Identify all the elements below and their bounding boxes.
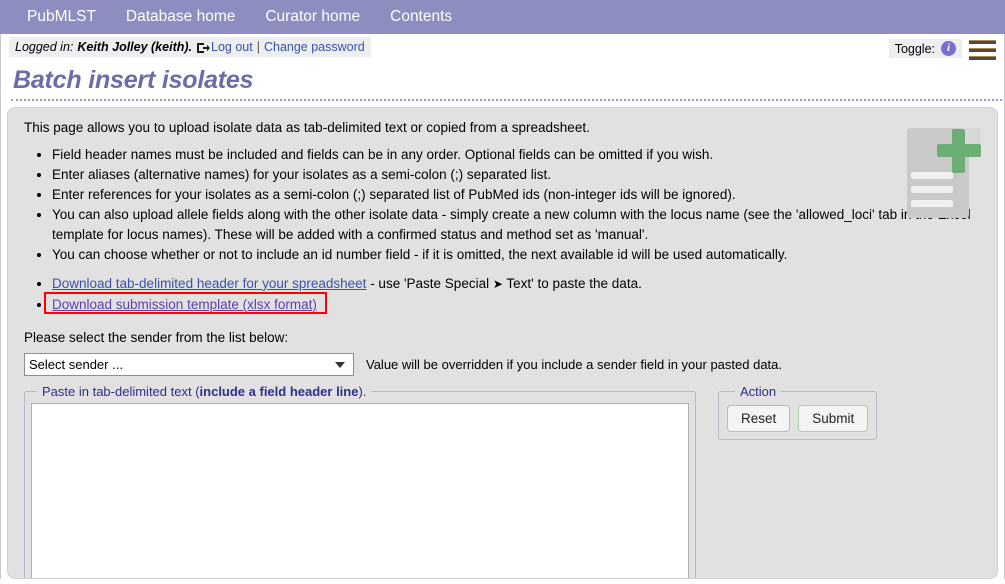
nav-item-contents[interactable]: Contents (375, 0, 467, 34)
hamburger-bar-3 (969, 56, 996, 60)
nav-item-curator-home[interactable]: Curator home (250, 0, 375, 34)
change-password-link[interactable]: Change password (264, 40, 365, 54)
list-item: You can also upload allele fields along … (52, 205, 983, 243)
sign-out-icon (197, 42, 210, 54)
paste-fieldset: Paste in tab-delimited text (include a f… (24, 384, 696, 578)
paste-special-prefix: - use 'Paste Special (366, 275, 493, 291)
logged-in-label: Logged in: (15, 40, 74, 54)
hamburger-bar-1 (969, 40, 996, 44)
list-item: Enter references for your isolates as a … (52, 185, 983, 204)
paste-legend-bold: include a field header line (199, 384, 359, 400)
hamburger-menu-icon[interactable] (969, 40, 996, 60)
header-strip: Logged in: Keith Jolley (keith). Log out… (0, 34, 1005, 64)
list-item: Enter aliases (alternative names) for yo… (52, 165, 983, 184)
list-item: You can choose whether or not to include… (52, 245, 983, 264)
download-template-item: Download submission template (xlsx forma… (44, 292, 983, 315)
action-buttons: Reset Submit (727, 403, 869, 433)
logged-in-username: Keith Jolley (keith). (77, 40, 192, 54)
form-row: Paste in tab-delimited text (include a f… (24, 384, 983, 578)
paste-legend-prefix: Paste in tab-delimited text ( (42, 384, 200, 400)
paste-special-suffix: Text' to paste the data. (502, 275, 642, 291)
nav-item-database-home[interactable]: Database home (111, 0, 250, 34)
watermark-plus-vertical (952, 129, 965, 173)
action-legend: Action (740, 384, 777, 400)
file-plus-icon (899, 114, 981, 224)
sender-note: Value will be overridden if you include … (366, 357, 783, 373)
watermark-line-2 (911, 186, 953, 193)
nav-item-pubmlst[interactable]: PubMLST (12, 0, 111, 34)
reset-button[interactable]: Reset (727, 405, 791, 433)
download-submission-template-link[interactable]: Download submission template (xlsx forma… (52, 297, 317, 312)
content-frame: This page allows you to upload isolate d… (0, 101, 1005, 579)
content-box: This page allows you to upload isolate d… (7, 107, 998, 579)
sender-select[interactable]: Select sender ... (24, 353, 354, 377)
sender-select-wrap: Select sender ... (24, 353, 354, 377)
watermark-line-1 (911, 172, 953, 179)
sender-row: Select sender ... Value will be overridd… (24, 353, 983, 377)
hamburger-bar-2 (969, 48, 996, 52)
submit-button[interactable]: Submit (798, 405, 869, 433)
sender-prompt-label: Please select the sender from the list b… (24, 330, 289, 346)
download-tab-delimited-header-link[interactable]: Download tab-delimited header for your s… (52, 276, 366, 291)
action-fieldset: Action Reset Submit (718, 384, 878, 441)
login-status-box: Logged in: Keith Jolley (keith). Log out… (9, 37, 371, 57)
header-separator: | (256, 40, 260, 54)
page-title: Batch insert isolates (13, 66, 254, 94)
arrow-right-icon: ➤ (492, 276, 503, 291)
paste-legend: Paste in tab-delimited text (include a f… (37, 384, 371, 399)
paste-legend-suffix: ). (358, 384, 367, 400)
paste-textarea[interactable] (31, 403, 689, 578)
info-icon[interactable]: i (941, 41, 956, 56)
watermark-line-3 (911, 200, 953, 207)
toggle-control[interactable]: Toggle: i (888, 39, 962, 58)
list-item: Field header names must be included and … (52, 145, 983, 164)
watermark-fold-shape (965, 128, 981, 144)
main-navigation-bar: PubMLST Database home Curator home Conte… (0, 0, 1005, 34)
toggle-label: Toggle: (894, 41, 935, 56)
intro-text: This page allows you to upload isolate d… (24, 120, 590, 135)
download-header-item: Download tab-delimited header for your s… (52, 274, 983, 293)
instructions-list: Field header names must be included and … (22, 145, 983, 264)
logout-link[interactable]: Log out (211, 40, 253, 54)
page-title-wrap: Batch insert isolates (0, 64, 1005, 101)
downloads-list: Download tab-delimited header for your s… (22, 274, 983, 315)
